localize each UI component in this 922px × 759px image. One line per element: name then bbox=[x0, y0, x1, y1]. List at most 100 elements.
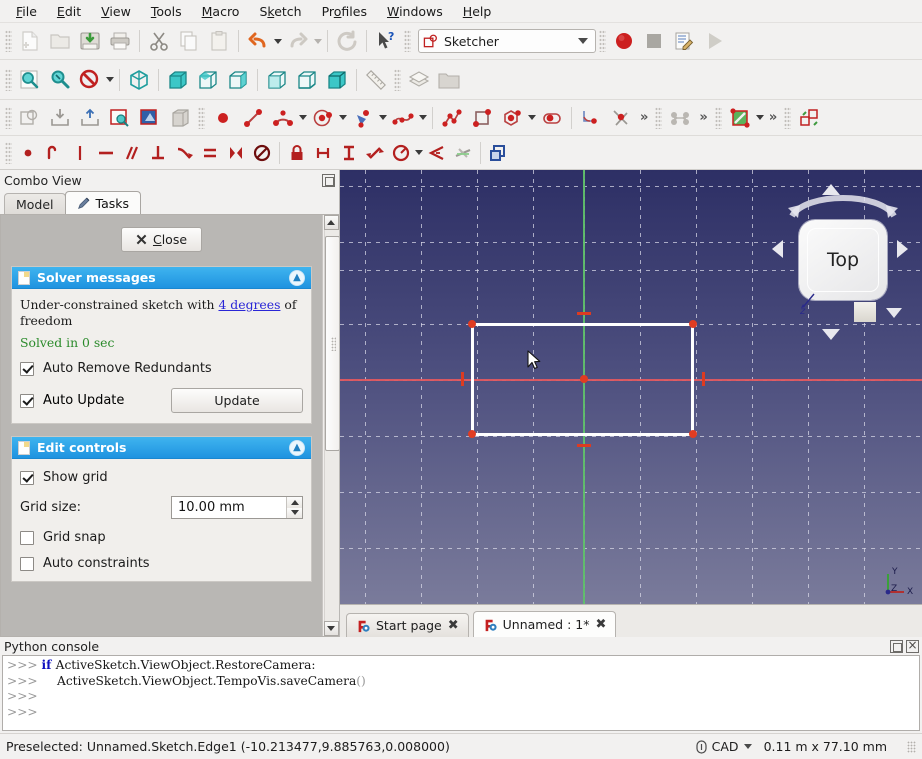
menu-help[interactable]: Help bbox=[453, 2, 502, 21]
menu-profiles[interactable]: Profiles bbox=[312, 2, 377, 21]
toolbar-grip[interactable] bbox=[714, 106, 722, 129]
clone-more-icon[interactable]: » bbox=[695, 110, 711, 125]
virtual-space-icon[interactable] bbox=[794, 103, 824, 133]
clone-icon[interactable] bbox=[665, 103, 695, 133]
isometric-view-icon[interactable] bbox=[124, 65, 154, 95]
constrain-lock-icon[interactable] bbox=[284, 138, 310, 168]
measure-icon[interactable] bbox=[361, 65, 391, 95]
draw-style-caret[interactable] bbox=[105, 65, 115, 95]
collapse-icon[interactable]: ▲ bbox=[289, 269, 305, 286]
workbench-dropdown-caret[interactable] bbox=[578, 38, 588, 44]
new-document-icon[interactable] bbox=[15, 26, 45, 56]
constrain-angle-icon[interactable] bbox=[424, 138, 450, 168]
toolbar-grip[interactable] bbox=[784, 106, 792, 129]
toolbar-grip[interactable] bbox=[5, 106, 12, 129]
circle-dropdown-caret[interactable] bbox=[338, 103, 348, 133]
rear-view-icon[interactable] bbox=[262, 65, 292, 95]
menu-view[interactable]: View bbox=[91, 2, 141, 21]
menu-macro[interactable]: Macro bbox=[192, 2, 250, 21]
menu-sketch[interactable]: Sketch bbox=[249, 2, 311, 21]
collapse-icon[interactable]: ▲ bbox=[289, 439, 305, 456]
edit-controls-header[interactable]: Edit controls ▲ bbox=[12, 437, 311, 459]
undock-icon[interactable] bbox=[322, 173, 335, 187]
rectangle-icon[interactable] bbox=[467, 103, 497, 133]
constrain-block-icon[interactable] bbox=[249, 138, 275, 168]
array-dropdown-caret[interactable] bbox=[755, 103, 765, 133]
vertical-constraint-marker[interactable] bbox=[702, 372, 705, 386]
grid-snap-row[interactable]: Grid snap bbox=[20, 530, 303, 545]
polyline-icon[interactable] bbox=[437, 103, 467, 133]
edit-sketch-icon[interactable] bbox=[105, 103, 135, 133]
sketch-vertex[interactable] bbox=[468, 320, 476, 328]
auto-remove-redundants-row[interactable]: Auto Remove Redundants bbox=[20, 361, 303, 376]
toolbar-grip[interactable] bbox=[394, 68, 401, 91]
sketch-edge-bottom[interactable] bbox=[471, 433, 694, 436]
constrain-distance-icon[interactable] bbox=[362, 138, 388, 168]
auto-update-checkbox[interactable] bbox=[20, 393, 34, 408]
constrain-parallel-icon[interactable] bbox=[119, 138, 145, 168]
horizontal-constraint-marker[interactable] bbox=[577, 444, 591, 447]
solver-messages-header[interactable]: Solver messages ▲ bbox=[12, 267, 311, 289]
sketch-vertex[interactable] bbox=[468, 430, 476, 438]
copy-icon[interactable] bbox=[174, 26, 204, 56]
array-more-icon[interactable]: » bbox=[765, 110, 781, 125]
tab-unnamed-document[interactable]: Unnamed : 1* ✖ bbox=[472, 611, 617, 637]
3d-viewport[interactable]: Top z Y Z X bbox=[340, 170, 922, 604]
tasks-scrollbar[interactable] bbox=[322, 215, 339, 636]
python-console-output[interactable]: >>> if ActiveSketch.ViewObject.RestoreCa… bbox=[2, 655, 920, 731]
constrain-symmetric-icon[interactable] bbox=[223, 138, 249, 168]
open-document-icon[interactable] bbox=[45, 26, 75, 56]
toolbar-grip[interactable] bbox=[5, 68, 12, 91]
top-view-icon[interactable] bbox=[193, 65, 223, 95]
folder-icon[interactable] bbox=[434, 65, 464, 95]
rectangular-array-icon[interactable] bbox=[725, 103, 755, 133]
refresh-icon[interactable] bbox=[332, 26, 362, 56]
menu-file[interactable]: File bbox=[6, 2, 47, 21]
menu-tools[interactable]: Tools bbox=[141, 2, 192, 21]
redo-dropdown-caret[interactable] bbox=[313, 26, 323, 56]
grid-size-stepper[interactable] bbox=[286, 497, 302, 518]
constrain-distance-vertical-icon[interactable] bbox=[336, 138, 362, 168]
undock-icon[interactable] bbox=[890, 639, 903, 653]
print-document-icon[interactable] bbox=[105, 26, 135, 56]
vertical-constraint-marker[interactable] bbox=[461, 372, 464, 386]
macro-execute-icon[interactable] bbox=[699, 26, 729, 56]
constrain-point-on-object-icon[interactable] bbox=[41, 138, 67, 168]
grid-snap-checkbox[interactable] bbox=[20, 530, 34, 545]
nav-arrow-left-icon[interactable] bbox=[772, 240, 783, 258]
show-grid-row[interactable]: Show grid bbox=[20, 470, 303, 485]
cut-icon[interactable] bbox=[144, 26, 174, 56]
menu-windows[interactable]: Windows bbox=[377, 2, 453, 21]
toolbar-grip[interactable] bbox=[404, 30, 411, 52]
auto-constraints-row[interactable]: Auto constraints bbox=[20, 556, 303, 571]
sketch-vertex[interactable] bbox=[689, 320, 697, 328]
slot-icon[interactable] bbox=[537, 103, 567, 133]
menu-edit[interactable]: Edit bbox=[47, 2, 91, 21]
draw-style-icon[interactable] bbox=[75, 65, 105, 95]
workbench-layers-icon[interactable] bbox=[404, 65, 434, 95]
sketch-edge-top[interactable] bbox=[471, 323, 694, 326]
auto-constraints-checkbox[interactable] bbox=[20, 556, 34, 571]
undo-icon[interactable] bbox=[243, 26, 273, 56]
toolbar-grip[interactable] bbox=[5, 30, 12, 52]
unit-system-selector[interactable]: CAD bbox=[696, 739, 752, 754]
right-view-icon[interactable] bbox=[223, 65, 253, 95]
nav-cube-top-face[interactable]: Top bbox=[799, 220, 887, 300]
arc-icon[interactable] bbox=[268, 103, 298, 133]
trim-icon[interactable] bbox=[606, 103, 636, 133]
circle-icon[interactable] bbox=[308, 103, 338, 133]
create-sketch-icon[interactable] bbox=[15, 103, 45, 133]
nav-menu-caret-icon[interactable] bbox=[886, 308, 902, 318]
tab-tasks[interactable]: Tasks bbox=[64, 191, 142, 214]
constrain-vertical-icon[interactable] bbox=[67, 138, 93, 168]
undo-dropdown-caret[interactable] bbox=[273, 26, 283, 56]
line-icon[interactable] bbox=[238, 103, 268, 133]
point-icon[interactable] bbox=[208, 103, 238, 133]
conic-dropdown-caret[interactable] bbox=[378, 103, 388, 133]
toggle-construction-icon[interactable] bbox=[485, 138, 511, 168]
view-sketch-icon[interactable] bbox=[135, 103, 165, 133]
navigation-cube[interactable]: Top z bbox=[754, 178, 908, 340]
view-section-icon[interactable] bbox=[165, 103, 195, 133]
constrain-tangent-icon[interactable] bbox=[171, 138, 197, 168]
horizontal-constraint-marker[interactable] bbox=[577, 312, 591, 315]
